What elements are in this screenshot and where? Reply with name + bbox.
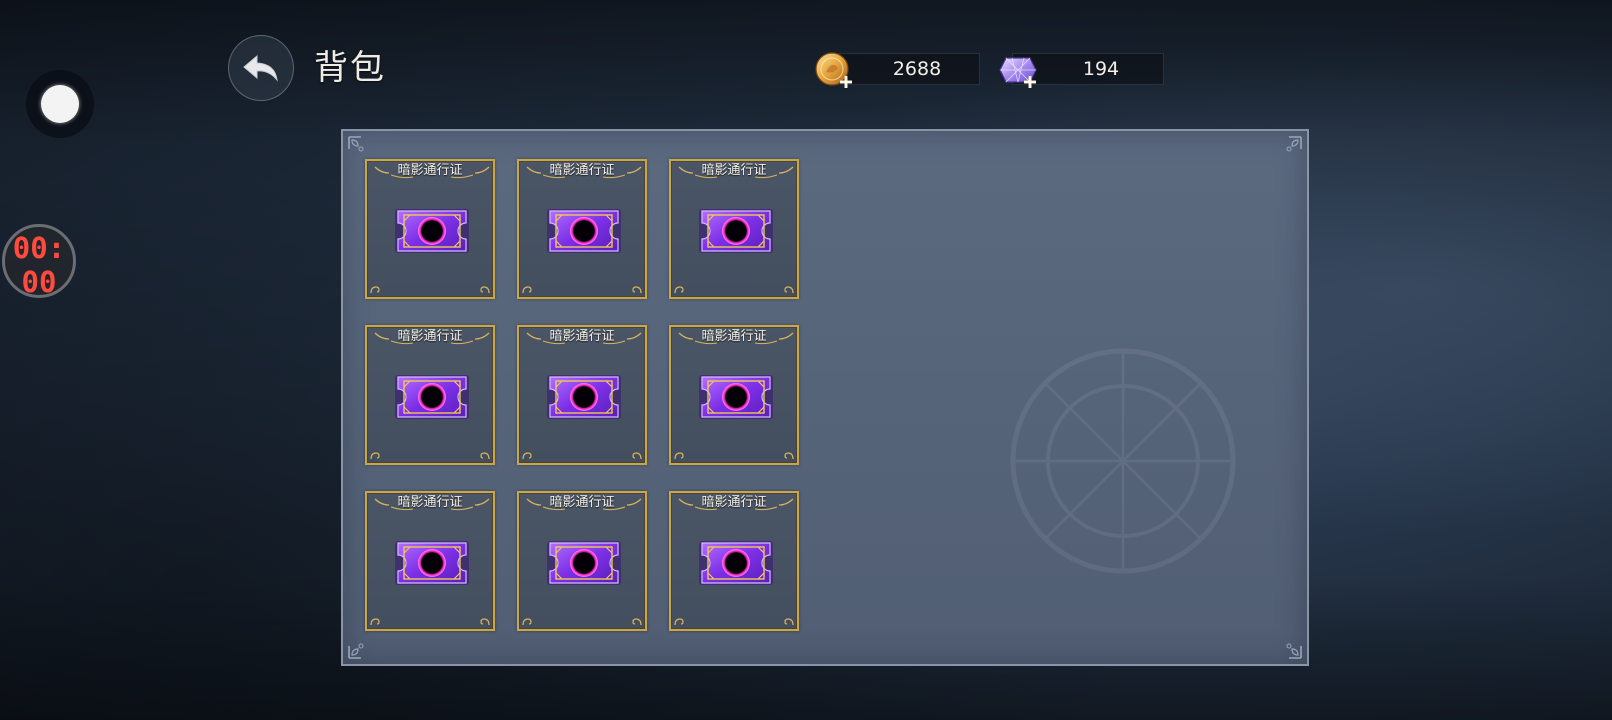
shadow-pass-ticket-icon — [544, 537, 624, 589]
gold-amount: 2688 — [892, 58, 942, 80]
inventory-grid: 暗影通行证 暗影通行证 暗影通行证 暗影通行证 暗影通行证 暗影通行证 暗影通行… — [365, 159, 799, 631]
slot-corner-ornament-icon — [480, 450, 490, 460]
slot-corner-ornament-icon — [522, 284, 532, 294]
timer-minutes: 00: — [12, 231, 66, 265]
gem-currency[interactable]: 194 — [998, 52, 1164, 88]
page-title: 背包 — [314, 48, 386, 88]
slot-corner-ornament-icon — [784, 450, 794, 460]
inventory-slot[interactable]: 暗影通行证 — [517, 325, 647, 465]
gold-currency[interactable]: 2688 — [814, 52, 980, 88]
item-name: 暗影通行证 — [701, 495, 767, 510]
floating-assist-ball[interactable] — [26, 70, 94, 138]
item-name: 暗影通行证 — [549, 495, 615, 510]
inventory-slot[interactable]: 暗影通行证 — [669, 491, 799, 631]
gem-amount: 194 — [1082, 58, 1120, 80]
slot-corner-ornament-icon — [674, 616, 684, 626]
slot-corner-ornament-icon — [480, 616, 490, 626]
panel-corner-ornament-icon — [1281, 638, 1303, 660]
add-gold-plus-icon[interactable] — [838, 74, 854, 90]
shadow-pass-ticket-icon — [392, 537, 472, 589]
slot-corner-ornament-icon — [522, 616, 532, 626]
item-name: 暗影通行证 — [549, 329, 615, 344]
item-name: 暗影通行证 — [397, 163, 463, 178]
inventory-slot[interactable]: 暗影通行证 — [365, 159, 495, 299]
item-name: 暗影通行证 — [701, 329, 767, 344]
shadow-pass-ticket-icon — [696, 205, 776, 257]
item-name: 暗影通行证 — [397, 495, 463, 510]
inventory-slot[interactable]: 暗影通行证 — [517, 491, 647, 631]
shadow-pass-ticket-icon — [544, 371, 624, 423]
slot-corner-ornament-icon — [632, 450, 642, 460]
inventory-slot[interactable]: 暗影通行证 — [365, 491, 495, 631]
shadow-pass-ticket-icon — [696, 371, 776, 423]
item-name: 暗影通行证 — [701, 163, 767, 178]
slot-corner-ornament-icon — [370, 284, 380, 294]
shadow-pass-ticket-icon — [392, 205, 472, 257]
add-gem-plus-icon[interactable] — [1022, 74, 1038, 90]
shadow-pass-ticket-icon — [392, 371, 472, 423]
inventory-panel: 暗影通行证 暗影通行证 暗影通行证 暗影通行证 暗影通行证 暗影通行证 暗影通行… — [341, 129, 1309, 666]
inventory-slot[interactable]: 暗影通行证 — [669, 159, 799, 299]
item-name: 暗影通行证 — [397, 329, 463, 344]
slot-corner-ornament-icon — [674, 284, 684, 294]
shadow-pass-ticket-icon — [544, 205, 624, 257]
record-timer[interactable]: 00: 00 — [2, 224, 76, 298]
slot-corner-ornament-icon — [784, 616, 794, 626]
slot-corner-ornament-icon — [632, 284, 642, 294]
shadow-pass-ticket-icon — [696, 537, 776, 589]
slot-corner-ornament-icon — [522, 450, 532, 460]
slot-corner-ornament-icon — [370, 450, 380, 460]
assist-ball-dot-icon — [41, 85, 79, 123]
inventory-slot[interactable]: 暗影通行证 — [669, 325, 799, 465]
timer-seconds: 00 — [21, 265, 57, 298]
item-name: 暗影通行证 — [549, 163, 615, 178]
slot-corner-ornament-icon — [370, 616, 380, 626]
slot-corner-ornament-icon — [632, 616, 642, 626]
panel-corner-ornament-icon — [347, 135, 369, 157]
back-button[interactable] — [228, 35, 294, 101]
slot-corner-ornament-icon — [674, 450, 684, 460]
back-arrow-icon — [243, 54, 278, 82]
panel-corner-ornament-icon — [1281, 135, 1303, 157]
slot-corner-ornament-icon — [784, 284, 794, 294]
inventory-slot[interactable]: 暗影通行证 — [517, 159, 647, 299]
panel-watermark-emblem-icon — [1010, 348, 1236, 574]
panel-corner-ornament-icon — [347, 638, 369, 660]
slot-corner-ornament-icon — [480, 284, 490, 294]
inventory-slot[interactable]: 暗影通行证 — [365, 325, 495, 465]
